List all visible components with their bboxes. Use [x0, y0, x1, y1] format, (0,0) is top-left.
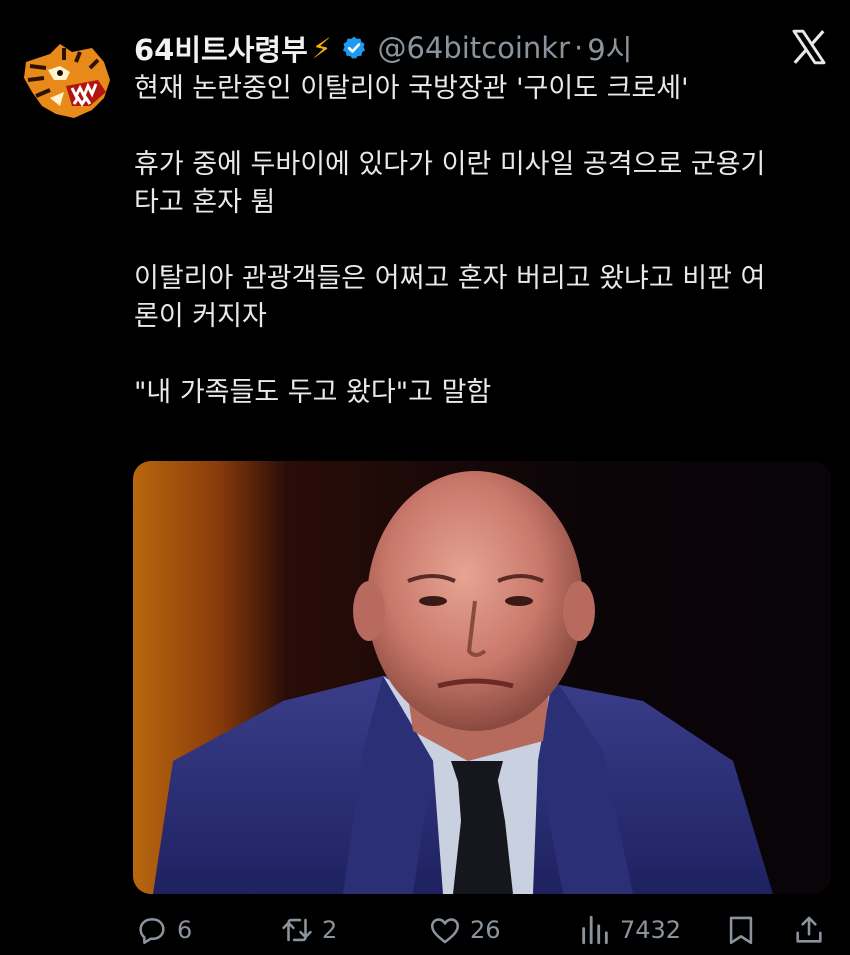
lightning-bolt-emoji: ⚡: [311, 31, 332, 65]
reply-icon: [139, 918, 165, 945]
bookmark-icon: [729, 916, 753, 945]
repost-count: 2: [322, 916, 338, 944]
views-count: 7432: [620, 916, 682, 944]
like-button[interactable]: 26: [428, 905, 501, 955]
tweet-line: 론이 커지자: [134, 301, 267, 332]
reply-count: 6: [177, 916, 193, 944]
tweet-actions: 6 2 26 7432: [0, 905, 850, 955]
repost-icon: [282, 918, 312, 942]
separator-dot: ·: [574, 31, 584, 65]
bookmark-button[interactable]: [724, 905, 758, 955]
share-icon: [796, 916, 822, 943]
tweet-line: 휴가 중에 두바이에 있다가 이란 미사일 공격으로 군용기: [134, 149, 766, 180]
portrait-photo: [133, 461, 831, 894]
heart-icon: [430, 918, 460, 944]
views-button[interactable]: 7432: [578, 905, 681, 955]
tweet-line: 타고 혼자 튐: [134, 187, 276, 218]
tweet-text: 현재 논란중인 이탈리아 국방장관 '구이도 크로세' 휴가 중에 두바이에 있…: [134, 70, 834, 412]
like-count: 26: [470, 916, 501, 944]
tweet-line: 현재 논란중인 이탈리아 국방장관 '구이도 크로세': [134, 73, 689, 104]
tweet-line: "내 가족들도 두고 왔다"고 말함: [134, 377, 492, 408]
reply-button[interactable]: 6: [135, 905, 192, 955]
tweet-header: 64비트사령부 ⚡ @64bitcoinkr · 9시: [134, 28, 632, 68]
verified-badge-icon: [343, 36, 366, 59]
views-icon: [582, 915, 608, 945]
tweet-media-photo[interactable]: [133, 461, 831, 894]
x-logo-icon[interactable]: [790, 28, 828, 66]
timestamp[interactable]: 9시: [587, 27, 632, 69]
tiger-logo-icon: [24, 44, 110, 118]
repost-button[interactable]: 2: [280, 905, 337, 955]
account-handle[interactable]: @64bitcoinkr: [377, 31, 570, 65]
tweet-line: 이탈리아 관광객들은 어쩌고 혼자 버리고 왔냐고 비판 여: [134, 263, 766, 294]
avatar[interactable]: [20, 40, 112, 120]
account-name[interactable]: 64비트사령부: [134, 27, 308, 69]
share-button[interactable]: [792, 905, 826, 955]
